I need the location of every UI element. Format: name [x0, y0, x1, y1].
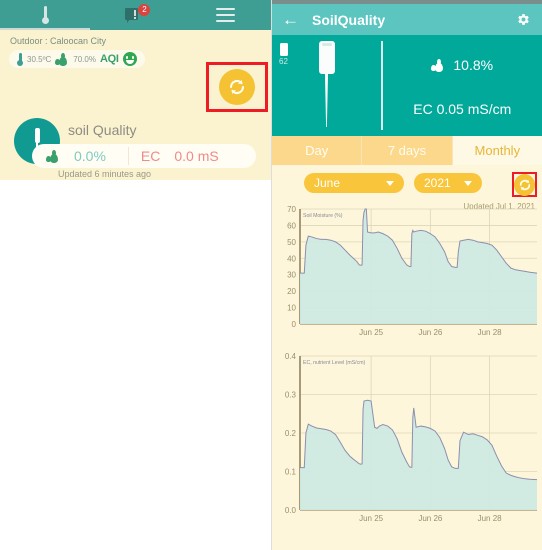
water-drops-icon — [431, 58, 445, 72]
soil-moisture-value: 0.0% — [74, 148, 106, 164]
svg-text:50: 50 — [287, 238, 296, 247]
chevron-down-icon — [386, 180, 394, 186]
aqi-label: AQI — [99, 53, 119, 65]
soil-quality-card: soil Quality 0.0% EC 0.0 mS Updated 6 mi… — [0, 118, 271, 180]
back-arrow-icon[interactable]: ← — [282, 11, 302, 28]
nav-tab-messages[interactable]: 2 — [90, 3, 180, 24]
thermometer-icon — [41, 6, 49, 24]
sensor-hero: 62 10.8% EC 0.05 mS/cm — [272, 35, 542, 136]
nav-menu-button[interactable] — [181, 7, 271, 23]
svg-text:0: 0 — [292, 320, 297, 329]
thermometer-icon — [17, 52, 23, 66]
refresh-button-highlight — [512, 172, 537, 197]
month-dropdown-value: June — [314, 176, 341, 190]
soil-quality-title: soil Quality — [68, 122, 137, 138]
svg-text:0.4: 0.4 — [285, 352, 297, 361]
svg-text:EC, nutrient Level (mS/cm): EC, nutrient Level (mS/cm) — [303, 360, 366, 366]
page-title: SoilQuality — [312, 11, 386, 28]
year-dropdown-value: 2021 — [424, 176, 451, 190]
svg-text:Jun 25: Jun 25 — [359, 328, 384, 337]
refresh-button[interactable] — [219, 69, 255, 105]
message-badge: 2 — [138, 3, 151, 16]
right-panel: ← SoilQuality 62 10.8% EC 0.05 mS/cm Day… — [271, 0, 542, 550]
svg-text:Jun 28: Jun 28 — [478, 514, 503, 523]
tab-day[interactable]: Day — [272, 136, 363, 165]
svg-text:70: 70 — [287, 205, 296, 214]
hero-probe-area: 62 — [272, 35, 381, 136]
ec-value: 0.0 mS — [174, 148, 219, 164]
water-drops-icon — [46, 149, 60, 163]
chat-bubble-icon: 2 — [125, 3, 151, 24]
left-panel: 2 Outdoor : Caloocan City 30.5ºC 70.0% A… — [0, 0, 271, 550]
svg-text:Jun 28: Jun 28 — [478, 328, 503, 337]
ec-nutrient-chart-svg: 0.0 0.1 0.2 0.3 0.4 Jun 25 Jun 26 Jun 28 EC, nut… — [285, 352, 538, 523]
hero-moisture-row: 10.8% — [383, 57, 542, 73]
tab-7days[interactable]: 7 days — [362, 136, 453, 165]
svg-text:Jun 26: Jun 26 — [418, 514, 443, 523]
svg-text:0.2: 0.2 — [285, 429, 297, 438]
svg-text:10: 10 — [287, 304, 296, 313]
svg-text:Jun 25: Jun 25 — [359, 514, 384, 523]
app-root: 2 Outdoor : Caloocan City 30.5ºC 70.0% A… — [0, 0, 542, 550]
year-dropdown[interactable]: 2021 — [414, 173, 482, 193]
battery-level: 62 — [279, 57, 288, 66]
ec-nutrient-chart: 0.0 0.1 0.2 0.3 0.4 Jun 25 Jun 26 Jun 28 EC, nut… — [272, 346, 542, 536]
outdoor-conditions-pill: 30.5ºC 70.0% AQI — [9, 50, 145, 68]
refresh-icon — [519, 179, 530, 190]
svg-text:Jun 26: Jun 26 — [418, 328, 443, 337]
ec-label: EC — [140, 148, 161, 164]
refresh-icon — [229, 79, 245, 95]
soil-updated-text: Updated 6 minutes ago — [58, 169, 152, 179]
outdoor-temperature: 30.5ºC — [27, 54, 52, 64]
refresh-button[interactable] — [514, 173, 535, 196]
svg-text:0.0: 0.0 — [285, 506, 297, 515]
svg-text:Soil Moisture (%): Soil Moisture (%) — [303, 213, 343, 219]
battery-indicator: 62 — [279, 43, 297, 66]
svg-text:20: 20 — [287, 287, 296, 296]
tab-monthly[interactable]: Monthly — [452, 136, 542, 165]
water-drops-icon — [55, 52, 69, 66]
left-navbar: 2 — [0, 0, 271, 30]
hero-moisture-value: 10.8% — [453, 57, 494, 73]
battery-icon — [280, 43, 288, 56]
divider — [127, 147, 129, 165]
svg-text:0.1: 0.1 — [285, 468, 297, 477]
hero-ec-reading: EC 0.05 mS/cm — [413, 101, 512, 117]
period-picker-row: June 2021 Updated Jul 1, 2021 — [272, 165, 542, 211]
left-content: Outdoor : Caloocan City 30.5ºC 70.0% AQI — [0, 30, 271, 180]
refresh-button-highlight — [206, 62, 268, 112]
hamburger-menu-icon — [216, 7, 236, 23]
chevron-down-icon — [464, 180, 472, 186]
outdoor-humidity: 70.0% — [73, 54, 96, 64]
month-dropdown[interactable]: June — [304, 173, 404, 193]
svg-text:60: 60 — [287, 221, 296, 230]
smiley-happy-icon — [122, 52, 137, 66]
gear-icon[interactable] — [516, 12, 531, 27]
svg-text:40: 40 — [287, 254, 296, 263]
svg-text:0.3: 0.3 — [285, 391, 297, 400]
soil-moisture-chart-svg: 0 10 20 30 40 50 60 70 Jun 25 Jun 26 Jun 28 Soil Mo… — [287, 205, 538, 337]
soil-probe-icon — [318, 41, 335, 127]
hero-readings: 10.8% EC 0.05 mS/cm — [383, 35, 542, 136]
nav-tab-thermometer[interactable] — [0, 6, 90, 24]
range-tabs: Day 7 days Monthly — [272, 136, 542, 165]
soil-moisture-chart: 0 10 20 30 40 50 60 70 Jun 25 Jun 26 Jun 28 Soil Mo… — [272, 201, 542, 346]
outdoor-location-label: Outdoor : Caloocan City — [10, 36, 107, 46]
svg-text:30: 30 — [287, 271, 296, 280]
soil-readings-pill: 0.0% EC 0.0 mS — [32, 144, 256, 168]
right-panel-header: ← SoilQuality — [272, 4, 542, 35]
